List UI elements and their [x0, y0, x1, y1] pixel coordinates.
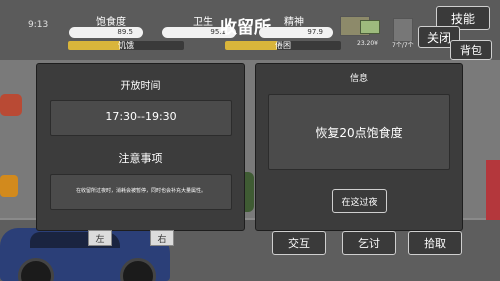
hygiene-label: 卫生 — [193, 17, 213, 28]
trash-can-sprite — [393, 18, 413, 42]
move-left-button[interactable]: 左 — [88, 230, 112, 246]
street-sign-sprite — [0, 94, 22, 116]
day-counter: 7个/7个 — [392, 42, 414, 49]
hours-box: 17:30--19:30 — [50, 100, 232, 136]
game-clock: 9:13 — [28, 20, 49, 30]
bag-button[interactable]: 背包 — [450, 40, 492, 60]
money-icon — [360, 20, 380, 34]
notice-text: 在收留所过夜时，消耗会被暂停，同时也会补充大量属性。 — [75, 188, 206, 194]
hunger-value: 89.5 — [117, 28, 133, 36]
notice-box: 在收留所过夜时，消耗会被暂停，同时也会补充大量属性。 — [50, 174, 232, 210]
pedestrian-sprite — [486, 160, 500, 220]
spirit-label: 精神 — [284, 17, 304, 28]
opening-hours-value: 17:30--19:30 — [105, 110, 177, 123]
hunger-label: 饱食度 — [96, 17, 126, 28]
hunger-bar: 89.5 — [69, 27, 143, 38]
spirit-status-bar: 倦困 — [225, 41, 341, 50]
spirit-value: 97.9 — [307, 28, 323, 36]
money-amount: 23.20¥ — [357, 40, 378, 47]
info-panel: 信息 恢复20点饱食度 在这过夜 — [255, 63, 463, 231]
spirit-bar: 97.9 — [259, 27, 333, 38]
hunger-status-text: 饥饿 — [118, 41, 134, 50]
pickup-button[interactable]: 拾取 — [408, 231, 462, 255]
info-box: 恢复20点饱食度 — [268, 94, 450, 170]
hunger-status-bar: 饥饿 — [68, 41, 184, 50]
beg-button[interactable]: 乞讨 — [342, 231, 396, 255]
hydrant-sprite — [0, 175, 18, 197]
info-text: 恢复20点饱食度 — [315, 126, 403, 140]
spirit-status-text: 倦困 — [275, 41, 291, 50]
info-panel-title: 信息 — [349, 74, 368, 84]
opening-hours-title: 开放时间 — [120, 81, 161, 92]
opening-hours-panel: 开放时间 17:30--19:30 注意事项 在收留所过夜时，消耗会被暂停，同时… — [36, 63, 245, 231]
stay-overnight-button[interactable]: 在这过夜 — [332, 189, 387, 213]
move-right-button[interactable]: 右 — [150, 230, 174, 246]
notice-title: 注意事项 — [118, 152, 163, 165]
interact-button[interactable]: 交互 — [272, 231, 326, 255]
